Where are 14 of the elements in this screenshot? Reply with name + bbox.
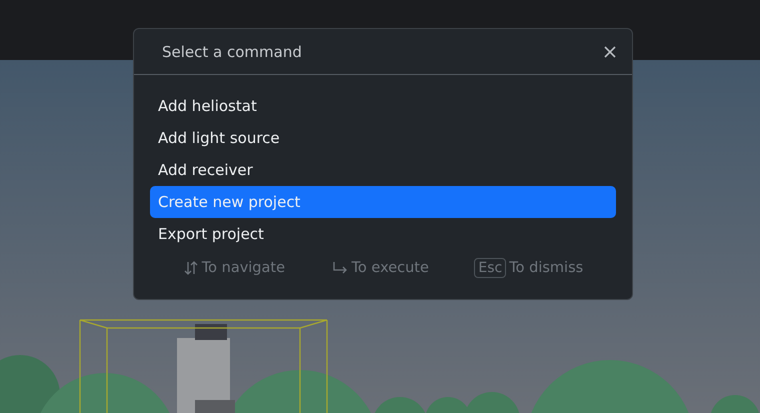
command-item[interactable]: Export project (150, 218, 616, 250)
command-item[interactable]: Add heliostat (150, 90, 616, 122)
close-button[interactable] (602, 44, 618, 60)
return-arrow-icon (330, 260, 349, 276)
command-item[interactable]: Create new project (150, 186, 616, 218)
close-icon (604, 46, 616, 58)
up-down-arrows-icon (182, 260, 199, 276)
command-item[interactable]: Add light source (150, 122, 616, 154)
dialog-title: Select a command (162, 42, 302, 60)
hint-text: To dismiss (509, 260, 584, 276)
hint-text: To navigate (202, 260, 286, 276)
hint-text: To execute (352, 260, 429, 276)
key-cap: Esc (474, 258, 506, 278)
command-item[interactable]: Add receiver (150, 154, 616, 186)
